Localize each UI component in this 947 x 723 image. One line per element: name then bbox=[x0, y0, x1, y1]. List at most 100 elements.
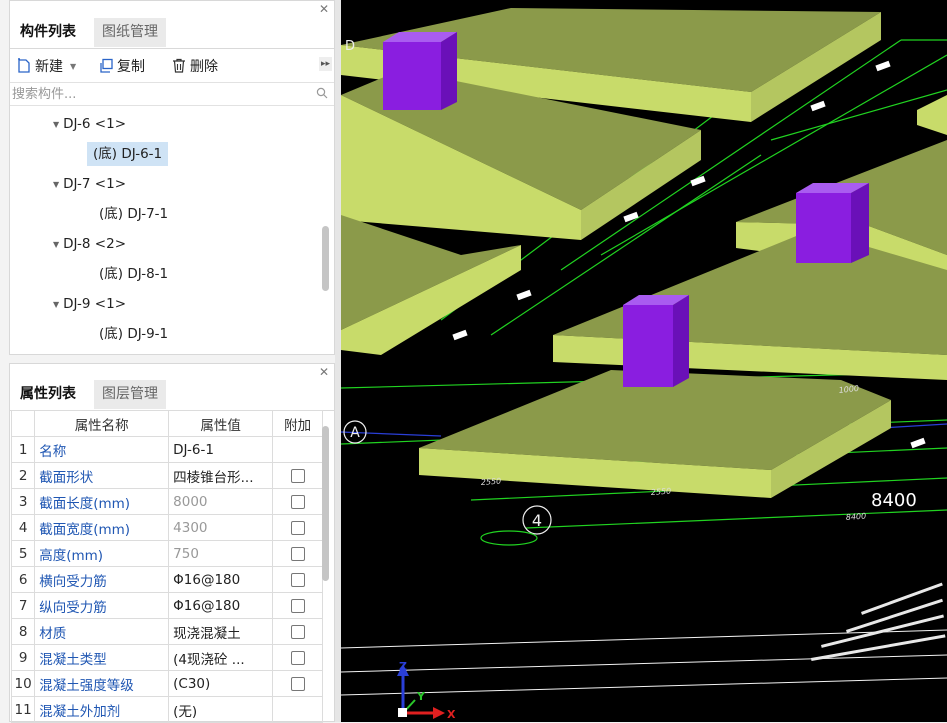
extra-checkbox[interactable] bbox=[290, 494, 305, 509]
extra-checkbox[interactable] bbox=[290, 598, 305, 613]
expand-arrow-icon[interactable]: ▼ bbox=[53, 240, 59, 249]
property-row[interactable]: 5 高度(mm) 750 bbox=[10, 540, 323, 567]
footing-edge bbox=[917, 95, 947, 135]
extra-checkbox[interactable] bbox=[290, 520, 305, 535]
property-scrollbar[interactable] bbox=[322, 426, 329, 581]
dimension-label: 2550 bbox=[651, 487, 672, 497]
property-extra bbox=[272, 696, 323, 723]
header-property-name: 属性名称 bbox=[34, 410, 170, 437]
axis-bubble-4: 4 bbox=[480, 505, 552, 546]
tree-node-dj-7-1[interactable]: (底) DJ-7-1 bbox=[99, 202, 168, 226]
extra-checkbox[interactable] bbox=[290, 650, 305, 665]
extra-checkbox[interactable] bbox=[290, 572, 305, 587]
property-value[interactable]: 现浇混凝土 bbox=[168, 618, 274, 645]
property-value[interactable]: 8000 bbox=[168, 488, 274, 515]
tree-node-label: DJ-6 <1> bbox=[63, 116, 127, 132]
property-row[interactable]: 1 名称 DJ-6-1 bbox=[10, 436, 323, 463]
property-row[interactable]: 4 截面宽度(mm) 4300 bbox=[10, 514, 323, 541]
search-icon[interactable] bbox=[316, 87, 328, 99]
tree-node-dj-6-1[interactable]: (底) DJ-6-1 bbox=[87, 142, 169, 166]
header-index bbox=[10, 410, 36, 437]
property-value[interactable]: (无) bbox=[168, 696, 274, 723]
property-row[interactable]: 3 截面长度(mm) 8000 bbox=[10, 488, 323, 515]
property-value[interactable]: 4300 bbox=[168, 514, 274, 541]
component-search bbox=[10, 83, 334, 106]
property-row[interactable]: 8 材质 现浇混凝土 bbox=[10, 618, 323, 645]
grid-line bbox=[525, 509, 947, 529]
tree-node-label: DJ-8 <2> bbox=[63, 236, 127, 252]
property-list-panel: ✕ 属性列表 图层管理 属性名称 属性值 附加 1 名称 DJ-6-1 2 截面形状 四棱… bbox=[9, 363, 335, 723]
tree-node-dj-9[interactable]: ▼ DJ-9 <1> bbox=[53, 292, 126, 316]
axis-label-4: 4 bbox=[532, 511, 542, 530]
property-table: 属性名称 属性值 附加 1 名称 DJ-6-1 2 截面形状 四棱锥台形... 3 截面长度(… bbox=[10, 410, 323, 723]
row-index: 4 bbox=[10, 514, 36, 541]
column-1[interactable] bbox=[383, 32, 457, 110]
tab-property-list[interactable]: 属性列表 bbox=[12, 380, 84, 409]
property-value[interactable]: 750 bbox=[168, 540, 274, 567]
property-extra bbox=[272, 436, 323, 463]
delete-button-label: 删除 bbox=[190, 59, 218, 75]
toolbar-overflow-icon[interactable]: ▸▸ bbox=[318, 57, 332, 71]
property-name: 截面长度(mm) bbox=[34, 488, 170, 515]
property-value[interactable]: (C30) bbox=[168, 670, 274, 697]
tree-node-dj-7[interactable]: ▼ DJ-7 <1> bbox=[53, 172, 126, 196]
property-value[interactable]: 四棱锥台形... bbox=[168, 462, 274, 489]
property-name: 纵向受力筋 bbox=[34, 592, 170, 619]
tab-component-list[interactable]: 构件列表 bbox=[12, 18, 84, 47]
property-name: 截面形状 bbox=[34, 462, 170, 489]
extra-checkbox[interactable] bbox=[290, 546, 305, 561]
tree-node-dj-8-1[interactable]: (底) DJ-8-1 bbox=[99, 262, 168, 286]
property-extra bbox=[272, 644, 323, 671]
expand-arrow-icon[interactable]: ▼ bbox=[53, 180, 59, 189]
column-3[interactable] bbox=[623, 295, 689, 387]
chevron-down-icon[interactable]: ▼ bbox=[70, 62, 76, 71]
close-icon[interactable]: ✕ bbox=[319, 365, 329, 379]
property-value[interactable]: Φ16@180 bbox=[168, 566, 274, 593]
new-button[interactable]: 新建 ▼ bbox=[16, 56, 76, 76]
tree-node-dj-9-1[interactable]: (底) DJ-9-1 bbox=[99, 322, 168, 346]
expand-arrow-icon[interactable]: ▼ bbox=[53, 300, 59, 309]
axis-label-a: A bbox=[350, 425, 360, 441]
property-extra bbox=[272, 592, 323, 619]
tab-layer-management[interactable]: 图层管理 bbox=[94, 380, 166, 409]
tree-node-label: (底) DJ-8-1 bbox=[99, 266, 169, 282]
extra-checkbox[interactable] bbox=[290, 468, 305, 483]
property-row[interactable]: 6 横向受力筋 Φ16@180 bbox=[10, 566, 323, 593]
copy-button[interactable]: 复制 bbox=[98, 56, 145, 76]
extra-checkbox[interactable] bbox=[290, 676, 305, 691]
footing-dj-far-left[interactable] bbox=[341, 215, 521, 355]
axis-name-z: Z bbox=[399, 660, 407, 673]
property-row[interactable]: 10 混凝土强度等级 (C30) bbox=[10, 670, 323, 697]
row-index: 6 bbox=[10, 566, 36, 593]
drawing-notes bbox=[811, 582, 946, 661]
property-value[interactable]: Φ16@180 bbox=[168, 592, 274, 619]
property-extra bbox=[272, 540, 323, 567]
extra-checkbox[interactable] bbox=[290, 624, 305, 639]
property-row[interactable]: 11 混凝土外加剂 (无) bbox=[10, 696, 323, 723]
property-row[interactable]: 2 截面形状 四棱锥台形... bbox=[10, 462, 323, 489]
tree-node-dj-8[interactable]: ▼ DJ-8 <2> bbox=[53, 232, 126, 256]
column-2[interactable] bbox=[796, 183, 869, 263]
property-extra bbox=[272, 514, 323, 541]
property-extra bbox=[272, 618, 323, 645]
property-extra bbox=[272, 670, 323, 697]
delete-button[interactable]: 删除 bbox=[171, 56, 218, 76]
model-canvas[interactable]: A 4 D 8400 2550 2550 8400 1000 Z Y X bbox=[341, 0, 947, 722]
row-index: 3 bbox=[10, 488, 36, 515]
property-row[interactable]: 7 纵向受力筋 Φ16@180 bbox=[10, 592, 323, 619]
new-button-label: 新建 bbox=[35, 59, 63, 75]
search-input[interactable] bbox=[12, 85, 302, 103]
property-value[interactable]: DJ-6-1 bbox=[168, 436, 274, 463]
tree-node-label: (底) DJ-7-1 bbox=[99, 206, 169, 222]
left-sidebar: ✕ 构件列表 图纸管理 新建 ▼ 复制 删除 ▸▸ 搜索构件... ▼ DJ-6… bbox=[0, 0, 341, 723]
3d-viewport[interactable]: A 4 D 8400 2550 2550 8400 1000 Z Y X bbox=[341, 0, 947, 722]
tab-drawing-management[interactable]: 图纸管理 bbox=[94, 18, 166, 47]
property-row[interactable]: 9 混凝土类型 (4现浇砼 ... bbox=[10, 644, 323, 671]
property-value[interactable]: (4现浇砼 ... bbox=[168, 644, 274, 671]
row-index: 11 bbox=[10, 696, 36, 723]
row-index: 8 bbox=[10, 618, 36, 645]
tree-scrollbar[interactable] bbox=[322, 226, 329, 291]
expand-arrow-icon[interactable]: ▼ bbox=[53, 120, 59, 129]
tree-node-dj-6[interactable]: ▼ DJ-6 <1> bbox=[53, 112, 126, 136]
close-icon[interactable]: ✕ bbox=[319, 2, 329, 16]
